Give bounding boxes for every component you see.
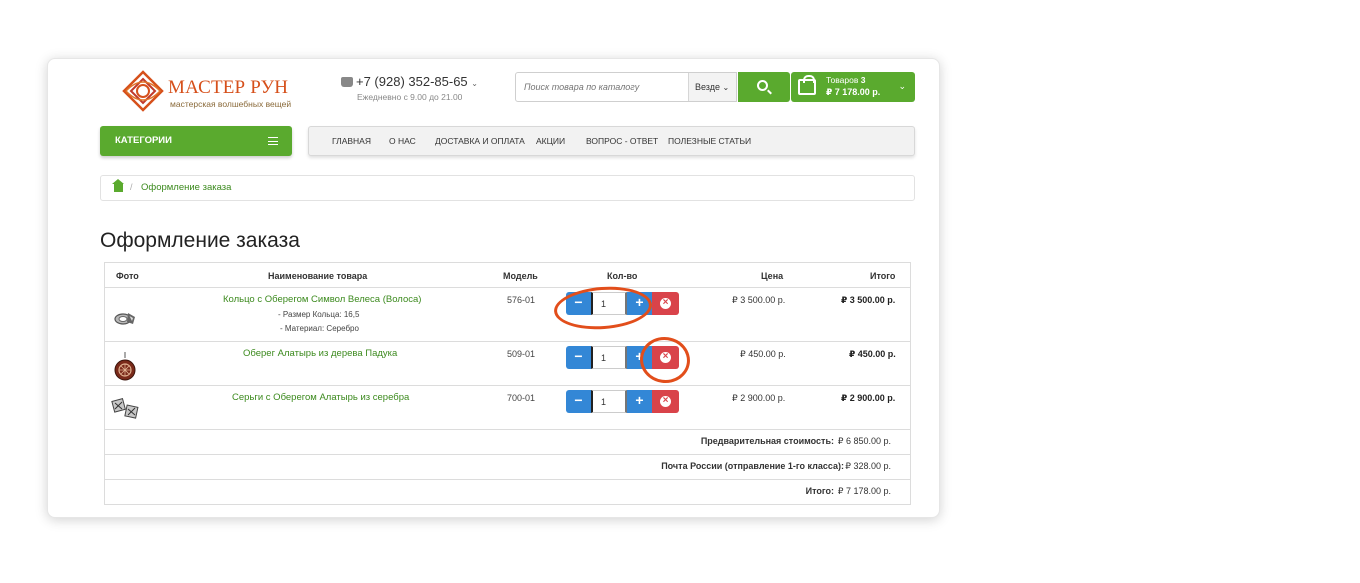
product-model: 700-01 bbox=[507, 393, 536, 403]
chevron-down-icon: ⌄ bbox=[898, 81, 906, 91]
menu-item-articles[interactable]: ПОЛЕЗНЫЕ СТАТЬИ bbox=[668, 127, 751, 155]
divider bbox=[105, 341, 910, 342]
col-header-total: Итого bbox=[870, 271, 896, 281]
search-scope-select[interactable]: Везде ⌄ bbox=[688, 73, 736, 101]
categories-label: КАТЕГОРИИ bbox=[115, 135, 172, 146]
search-box: Везде ⌄ bbox=[515, 72, 737, 102]
earrings-product-thumbnail[interactable] bbox=[111, 397, 141, 421]
quantity-stepper: − + bbox=[566, 390, 679, 413]
col-header-model: Модель bbox=[503, 271, 538, 281]
logo-name: МАСТЕР РУН bbox=[168, 77, 289, 98]
search-button[interactable] bbox=[738, 72, 790, 102]
cart-items: Товаров 3 bbox=[826, 75, 865, 85]
cart-total: ₽ 7 178.00 р. bbox=[826, 87, 881, 97]
shipping-label: Почта России (отправление 1-го класса): bbox=[661, 461, 844, 471]
product-name-link[interactable]: Серьги с Оберегом Алатырь из серебра bbox=[232, 392, 409, 403]
search-input[interactable] bbox=[516, 73, 686, 101]
decrease-qty-button[interactable]: − bbox=[566, 390, 591, 413]
product-option: - Материал: Серебро bbox=[280, 324, 359, 333]
increase-qty-button[interactable]: + bbox=[627, 390, 652, 413]
phone-number[interactable]: +7 (928) 352-85-65 ⌄ bbox=[341, 74, 478, 89]
categories-button[interactable]: КАТЕГОРИИ bbox=[100, 126, 292, 156]
hamburger-icon bbox=[268, 137, 278, 145]
product-model: 576-01 bbox=[507, 295, 536, 305]
chevron-down-icon: ⌄ bbox=[471, 79, 478, 88]
search-scope-label: Везде bbox=[695, 82, 720, 92]
grand-total-label: Итого: bbox=[805, 486, 834, 496]
amulet-product-thumbnail[interactable] bbox=[113, 352, 137, 382]
page-card: МАСТЕР РУН мастерская волшебных вещей +7… bbox=[47, 58, 940, 518]
menu-item-home[interactable]: ГЛАВНАЯ bbox=[332, 127, 371, 155]
product-price: ₽ 2 900.00 р. bbox=[732, 393, 786, 403]
product-total: ₽ 3 500.00 р. bbox=[841, 295, 896, 305]
quantity-input[interactable] bbox=[591, 390, 627, 413]
remove-item-button[interactable] bbox=[652, 292, 679, 315]
main-menu: ГЛАВНАЯ О НАС ДОСТАВКА И ОПЛАТА АКЦИИ ВО… bbox=[308, 126, 915, 156]
search-icon bbox=[757, 80, 768, 91]
menu-item-sales[interactable]: АКЦИИ bbox=[536, 127, 565, 155]
breadcrumb-separator: / bbox=[130, 182, 133, 192]
shopping-bag-icon bbox=[798, 75, 816, 95]
divider bbox=[105, 429, 910, 430]
grand-total-value: ₽ 7 178.00 р. bbox=[837, 486, 891, 496]
divider bbox=[105, 454, 910, 455]
home-icon[interactable] bbox=[112, 179, 124, 192]
divider bbox=[105, 287, 910, 288]
phone-icon bbox=[341, 77, 353, 87]
phone-text: +7 (928) 352-85-65 bbox=[356, 74, 468, 89]
remove-item-button[interactable] bbox=[652, 390, 679, 413]
cart-count: 3 bbox=[860, 75, 866, 85]
col-header-photo: Фото bbox=[116, 271, 139, 281]
decrease-qty-button[interactable]: − bbox=[566, 346, 591, 369]
divider bbox=[105, 385, 910, 386]
breadcrumb: / Оформление заказа bbox=[100, 175, 915, 201]
cart-items-label: Товаров bbox=[826, 75, 859, 85]
order-table: Фото Наименование товара Модель Кол-во Ц… bbox=[104, 262, 911, 505]
col-header-qty: Кол-во bbox=[607, 271, 638, 281]
product-option: - Размер Кольца: 16,5 bbox=[278, 310, 360, 319]
product-model: 509-01 bbox=[507, 349, 536, 359]
menu-item-delivery[interactable]: ДОСТАВКА И ОПЛАТА bbox=[435, 127, 525, 155]
product-total: ₽ 2 900.00 р. bbox=[841, 393, 896, 403]
product-price: ₽ 450.00 р. bbox=[740, 349, 786, 359]
product-name-link[interactable]: Кольцо с Оберегом Символ Велеса (Волоса) bbox=[223, 294, 421, 305]
divider bbox=[105, 479, 910, 480]
menu-item-faq[interactable]: ВОПРОС - ОТВЕТ bbox=[586, 127, 658, 155]
logo-tagline: мастерская волшебных вещей bbox=[170, 99, 292, 109]
shipping-value: ₽ 328.00 р. bbox=[845, 461, 891, 471]
quantity-input[interactable] bbox=[591, 346, 627, 369]
menu-item-about[interactable]: О НАС bbox=[389, 127, 416, 155]
cart-button[interactable]: Товаров 3 ₽ 7 178.00 р. ⌄ bbox=[791, 72, 915, 102]
subtotal-label: Предварительная стоимость: bbox=[700, 436, 834, 446]
product-total: ₽ 450.00 р. bbox=[849, 349, 896, 359]
product-price: ₽ 3 500.00 р. bbox=[732, 295, 786, 305]
breadcrumb-current[interactable]: Оформление заказа bbox=[141, 182, 231, 193]
col-header-name: Наименование товара bbox=[268, 271, 368, 281]
working-hours: Ежедневно с 9.00 до 21.00 bbox=[357, 92, 463, 102]
subtotal-value: ₽ 6 850.00 р. bbox=[837, 436, 891, 446]
ring-product-thumbnail[interactable] bbox=[113, 307, 137, 331]
page-title: Оформление заказа bbox=[100, 229, 300, 252]
celtic-knot-logo-icon bbox=[122, 70, 164, 112]
product-name-link[interactable]: Оберег Алатырь из дерева Падука bbox=[243, 348, 397, 359]
site-logo[interactable]: МАСТЕР РУН мастерская волшебных вещей bbox=[120, 69, 291, 113]
chevron-down-icon: ⌄ bbox=[722, 83, 730, 92]
col-header-price: Цена bbox=[761, 271, 784, 281]
